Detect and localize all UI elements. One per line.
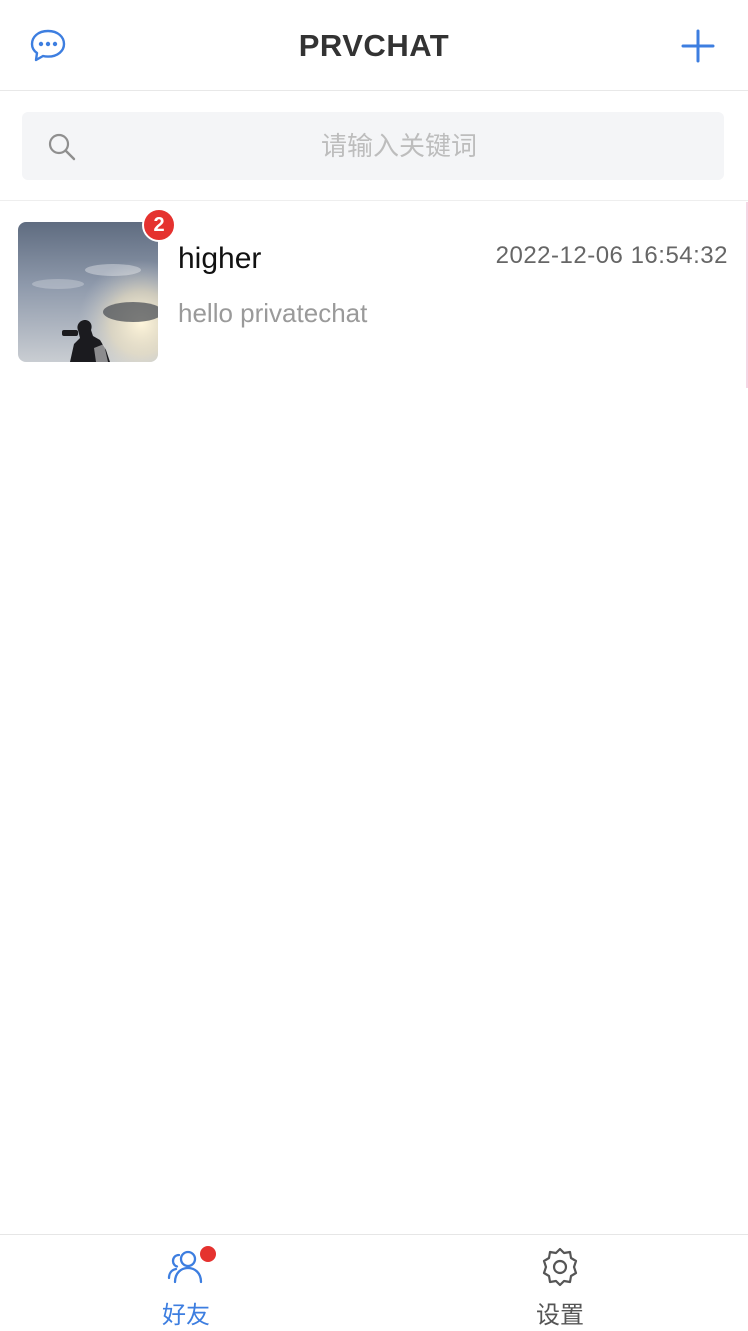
tab-bar: 好友 设置	[0, 1234, 748, 1330]
add-button[interactable]	[678, 26, 718, 66]
tab-settings[interactable]: 设置	[460, 1235, 660, 1331]
app-header: PRVCHAT	[0, 0, 748, 91]
tab-label-friends: 好友	[162, 1301, 210, 1329]
notification-dot	[200, 1246, 216, 1262]
plus-icon	[681, 29, 715, 63]
gear-icon	[542, 1247, 578, 1287]
chat-name: higher	[178, 242, 262, 275]
page-title: PRVCHAT	[298, 28, 450, 63]
tab-friends[interactable]: 好友	[86, 1235, 286, 1331]
search-input[interactable]	[82, 112, 716, 182]
tab-label-settings: 设置	[536, 1301, 584, 1329]
search-box[interactable]	[22, 112, 724, 182]
search-icon	[48, 133, 76, 161]
unread-badge: 2	[142, 208, 176, 242]
chat-list-item[interactable]: 2 higher 2022-12-06 16:54:32 hello priva…	[0, 202, 748, 388]
search-bar	[0, 91, 748, 201]
chat-timestamp: 2022-12-06 16:54:32	[495, 242, 728, 269]
chat-last-message: hello privatechat	[178, 298, 368, 328]
avatar	[18, 222, 158, 362]
